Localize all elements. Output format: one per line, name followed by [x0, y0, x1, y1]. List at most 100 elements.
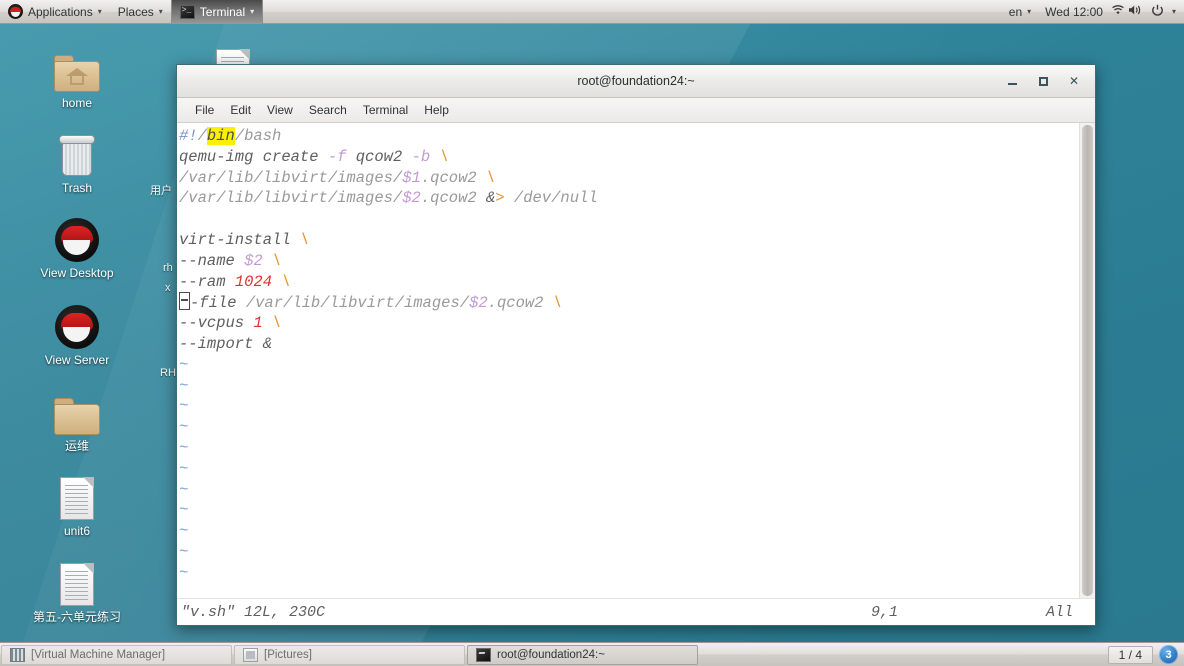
- window-title: root@foundation24:~: [577, 74, 695, 88]
- home-folder-icon: [54, 55, 100, 92]
- taskbar-item-terminal[interactable]: root@foundation24:~: [467, 644, 698, 665]
- code-token: \: [299, 230, 310, 249]
- trash-icon: [58, 135, 96, 177]
- taskbar-item-vmm[interactable]: [Virtual Machine Manager]: [1, 644, 232, 665]
- tilde-marker: ~: [179, 480, 189, 499]
- window-controls: ✕: [1005, 74, 1095, 88]
- panel-status-area: en ▾ Wed 12:00 ▾: [1001, 0, 1184, 24]
- wifi-icon[interactable]: [1109, 4, 1127, 19]
- menu-view[interactable]: View: [259, 99, 301, 122]
- active-app-menu-terminal[interactable]: >_ Terminal ▾: [170, 0, 264, 24]
- keyboard-layout-label: en: [1008, 4, 1023, 19]
- desktop-icon-yunwei[interactable]: 运维: [22, 383, 132, 453]
- editor-empty-line-marker: ~: [179, 500, 1079, 521]
- editor-empty-line-marker: ~: [179, 521, 1079, 542]
- desktop-icon-view-server[interactable]: View Server: [22, 297, 132, 367]
- vim-status-line: "v.sh" 12L, 230C 9,1 All: [177, 598, 1095, 625]
- scrollbar-thumb[interactable]: [1082, 125, 1093, 596]
- maximize-button[interactable]: [1036, 74, 1050, 88]
- menu-terminal[interactable]: Terminal: [355, 99, 416, 122]
- code-token: /var/lib/libvirt/images/: [179, 189, 403, 208]
- code-token: /: [197, 127, 207, 145]
- editor-line: --name $2 \: [179, 251, 1079, 272]
- clock[interactable]: Wed 12:00: [1039, 5, 1109, 19]
- close-button[interactable]: ✕: [1067, 74, 1081, 88]
- desktop-icon-exercise[interactable]: 第五-六单元练习: [22, 554, 132, 624]
- volume-icon[interactable]: [1127, 4, 1145, 19]
- redhat-logo-icon: [55, 218, 99, 262]
- editor-empty-line-marker: ~: [179, 355, 1079, 376]
- desktop-icon-label: 运维: [64, 439, 89, 453]
- system-menu[interactable]: ▾: [1145, 0, 1184, 24]
- tilde-marker: ~: [179, 522, 189, 541]
- taskbar-item-label: root@foundation24:~: [497, 648, 605, 661]
- power-icon: [1149, 4, 1167, 20]
- code-token: $2: [402, 189, 421, 208]
- chevron-down-icon: ▾: [97, 6, 102, 16]
- menu-file[interactable]: File: [187, 99, 222, 122]
- code-token: -b: [411, 147, 431, 166]
- editor-line: /var/lib/libvirt/images/$1.qcow2 \: [179, 168, 1079, 189]
- keyboard-layout-indicator[interactable]: en ▾: [1001, 0, 1039, 24]
- desktop-icon-home[interactable]: home: [22, 40, 132, 110]
- code-token: --import &: [179, 334, 273, 353]
- redhat-logo-icon: [55, 305, 99, 349]
- desktop-icon-label: View Server: [44, 353, 110, 367]
- code-token: --vcpus: [179, 314, 254, 333]
- terminal-scrollbar[interactable]: [1079, 123, 1095, 598]
- tilde-marker: ~: [179, 397, 189, 416]
- editor-line: -file /var/lib/libvirt/images/$2.qcow2 \: [179, 292, 1079, 313]
- vim-editor-buffer[interactable]: #!/bin/bash qemu-img create -f qcow2 -b \…: [177, 123, 1079, 598]
- desktop-icon-label: Trash: [61, 181, 93, 195]
- taskbar-item-label: [Virtual Machine Manager]: [31, 648, 166, 661]
- code-token: virt-install: [179, 230, 300, 249]
- desktop-icon-trash[interactable]: Trash: [22, 125, 132, 195]
- code-token: qcow2: [346, 147, 412, 166]
- editor-empty-line-marker: ~: [179, 438, 1079, 459]
- minimize-button[interactable]: [1005, 74, 1019, 88]
- tilde-marker: ~: [179, 376, 189, 395]
- places-menu[interactable]: Places ▾: [110, 0, 171, 24]
- folder-icon: [54, 398, 100, 435]
- code-token: /dev/null: [504, 189, 598, 208]
- applications-menu[interactable]: Applications ▾: [0, 0, 110, 24]
- active-app-label: Terminal: [199, 4, 246, 19]
- background-fragment: RH: [160, 367, 176, 379]
- editor-line: qemu-img create -f qcow2 -b \: [179, 147, 1079, 168]
- code-token: &: [476, 189, 496, 208]
- places-menu-label: Places: [117, 4, 154, 19]
- desktop-icon-view-desktop[interactable]: View Desktop: [22, 210, 132, 280]
- code-token: .qcow2: [487, 294, 544, 313]
- tilde-marker: ~: [179, 438, 189, 457]
- editor-empty-line-marker: ~: [179, 542, 1079, 563]
- code-token: .qcow2: [420, 168, 477, 187]
- menu-edit[interactable]: Edit: [222, 99, 259, 122]
- tilde-marker: ~: [179, 501, 189, 520]
- desktop-icon-label: home: [61, 96, 93, 110]
- menu-help[interactable]: Help: [416, 99, 457, 122]
- menubar: File Edit View Search Terminal Help: [177, 98, 1095, 123]
- code-token: \: [281, 272, 291, 291]
- code-token: \: [272, 314, 282, 333]
- workspace-switcher[interactable]: 1 / 4: [1107, 645, 1153, 664]
- code-token: .qcow2: [420, 189, 477, 208]
- menu-search[interactable]: Search: [301, 99, 355, 122]
- terminal-window[interactable]: root@foundation24:~ ✕ File Edit View Sea…: [176, 64, 1096, 626]
- taskbar-item-pictures[interactable]: [Pictures]: [234, 644, 465, 665]
- chevron-down-icon: ▾: [1027, 6, 1032, 16]
- notification-badge[interactable]: 3: [1159, 645, 1178, 664]
- desktop-icon-unit6[interactable]: unit6: [22, 468, 132, 538]
- terminal-body[interactable]: #!/bin/bash qemu-img create -f qcow2 -b \…: [177, 123, 1095, 598]
- terminal-icon: [476, 647, 491, 662]
- window-titlebar[interactable]: root@foundation24:~ ✕: [177, 65, 1095, 98]
- editor-line: --vcpus 1 \: [179, 313, 1079, 334]
- code-token: $1: [402, 168, 421, 187]
- desktop-icon-label: unit6: [63, 524, 91, 538]
- chevron-down-icon: ▾: [158, 6, 163, 16]
- background-fragment: x: [165, 282, 171, 294]
- code-token: \: [552, 294, 563, 313]
- editor-empty-line-marker: ~: [179, 563, 1079, 584]
